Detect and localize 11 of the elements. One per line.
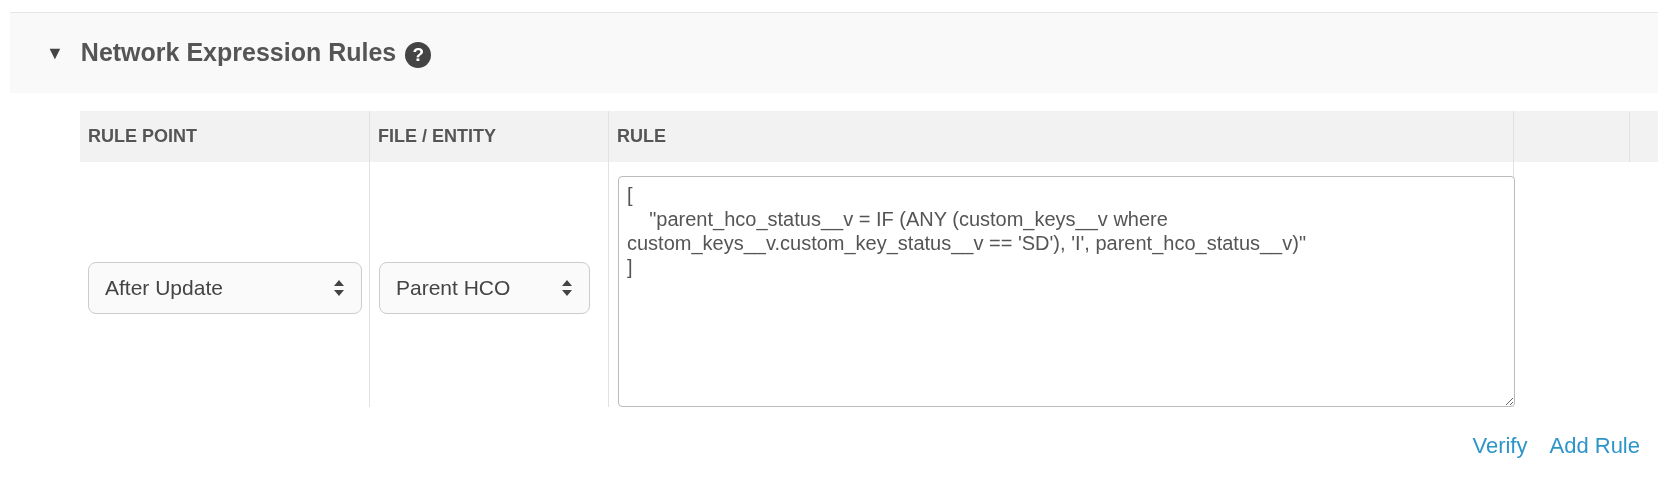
rule-textarea[interactable]: [ "parent_hco_status__v = IF (ANY (custom_keys__v where custom_keys__v.custom_key_status__v == 'SD'), 'I', parent_hco_status__v)" ] <box>618 176 1515 407</box>
column-header: FILE / ENTITY <box>378 125 496 148</box>
help-icon[interactable]: ? <box>405 42 432 68</box>
collapse-toggle[interactable]: ▼ <box>46 39 64 67</box>
section-title: Network Expression Rules <box>80 37 397 69</box>
sort-arrows-icon <box>333 278 345 297</box>
sort-arrows-icon <box>561 278 573 297</box>
column-header: RULE POINT <box>88 125 197 148</box>
rule-point-select[interactable]: After Update <box>88 261 362 314</box>
entity-select[interactable]: Parent HCO <box>379 261 590 314</box>
column-header: RULE <box>617 125 666 148</box>
